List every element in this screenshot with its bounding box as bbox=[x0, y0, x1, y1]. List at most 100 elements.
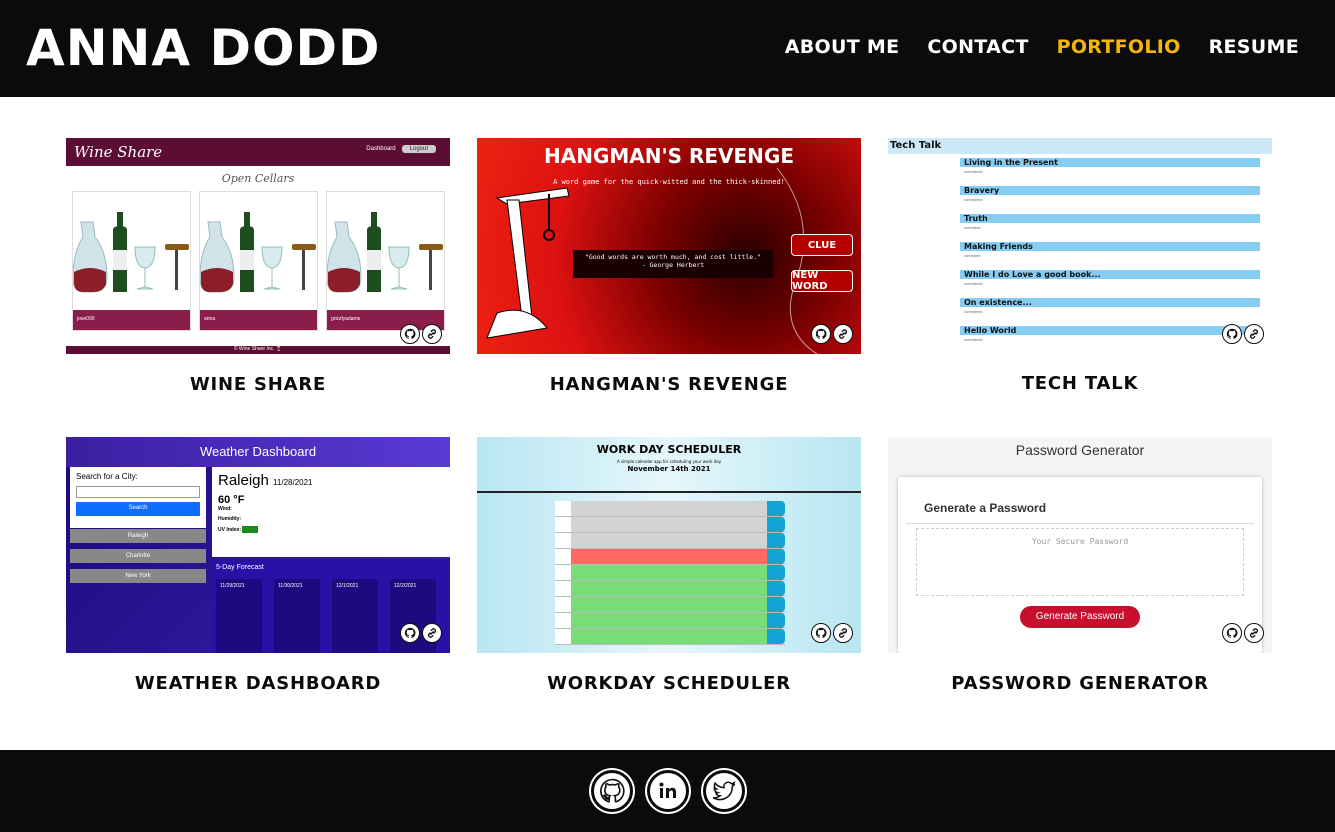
project-card-hangmans-revenge: HANGMAN'S REVENGE A word game for the qu… bbox=[477, 138, 861, 395]
post-title: Bravery bbox=[960, 186, 1260, 195]
link-icon[interactable] bbox=[422, 324, 442, 344]
scheduler-subtitle: A simple calendar app for scheduling you… bbox=[616, 459, 722, 464]
pg-generate-button: Generate Password bbox=[1020, 606, 1140, 628]
wine-header: Wine Share Dashboard Logout bbox=[66, 138, 450, 166]
wine-subtitle: Open Cellars bbox=[221, 172, 295, 185]
link-icon[interactable] bbox=[1244, 623, 1264, 643]
link-icon[interactable] bbox=[422, 623, 442, 643]
nav-portfolio[interactable]: PORTFOLIO bbox=[1057, 36, 1181, 58]
project-title[interactable]: WEATHER DASHBOARD bbox=[66, 673, 450, 694]
forecast-date: 12/1/2021 bbox=[336, 583, 359, 589]
scheduler-header: WORK DAY SCHEDULER A simple calendar app… bbox=[477, 437, 861, 495]
wine-illustration bbox=[199, 212, 316, 293]
city-name: Raleigh bbox=[218, 472, 269, 489]
post-title: Truth bbox=[960, 214, 1260, 223]
main-nav: ABOUT ME CONTACT PORTFOLIO RESUME bbox=[785, 36, 1299, 58]
project-title[interactable]: WORKDAY SCHEDULER bbox=[477, 673, 861, 694]
wine-app-name: Wine Share bbox=[74, 143, 163, 161]
project-title[interactable]: HANGMAN'S REVENGE bbox=[477, 374, 861, 395]
brand-name[interactable]: ANNA DODD bbox=[26, 18, 381, 78]
nav-contact[interactable]: CONTACT bbox=[927, 36, 1028, 58]
link-icon[interactable] bbox=[1244, 324, 1264, 344]
project-card-tech-talk: Tech Talk Living in the Present comments … bbox=[888, 138, 1272, 394]
forecast-date: 11/30/2021 bbox=[278, 583, 303, 589]
cellar-owner: jose090 bbox=[73, 310, 190, 330]
wine-nav-dashboard: Dashboard bbox=[366, 146, 396, 152]
project-card-password-generator: Password Generator Generate a Password Y… bbox=[888, 437, 1272, 694]
nav-resume[interactable]: RESUME bbox=[1209, 36, 1299, 58]
forecast-title: 5-Day Forecast bbox=[216, 564, 264, 571]
github-icon[interactable] bbox=[400, 324, 420, 344]
history-item: Charlotte bbox=[70, 549, 206, 563]
github-icon[interactable] bbox=[811, 623, 831, 643]
forecast-date: 12/2/2021 bbox=[394, 583, 417, 589]
post-title: Hello World bbox=[960, 326, 1260, 335]
project-screenshot[interactable]: Password Generator Generate a Password Y… bbox=[888, 437, 1272, 653]
wine-illustration bbox=[72, 212, 189, 293]
cellar-card: grizzlyadams bbox=[326, 191, 445, 331]
project-card-workday-scheduler: WORK DAY SCHEDULER A simple calendar app… bbox=[477, 437, 861, 694]
pg-heading: Generate a Password bbox=[906, 477, 1254, 524]
site-footer bbox=[0, 750, 1335, 832]
cellar-card: jose090 bbox=[72, 191, 191, 331]
wine-illustration bbox=[326, 212, 443, 293]
cellar-owner: anna bbox=[200, 310, 317, 330]
hangman-title: HANGMAN'S REVENGE bbox=[544, 144, 794, 168]
github-icon[interactable] bbox=[400, 623, 420, 643]
cellar-card: anna bbox=[199, 191, 318, 331]
quote-text: "Good words are worth much, and cost lit… bbox=[584, 253, 762, 261]
site-header: ANNA DODD ABOUT ME CONTACT PORTFOLIO RES… bbox=[0, 0, 1335, 97]
pg-card: Generate a Password Your Secure Password… bbox=[898, 477, 1262, 653]
forecast-date: 11/29/2021 bbox=[220, 583, 245, 589]
weather-title: Weather Dashboard bbox=[66, 437, 450, 467]
project-title[interactable]: PASSWORD GENERATOR bbox=[888, 673, 1272, 694]
pg-title: Password Generator bbox=[1015, 442, 1145, 458]
current-weather: Raleigh 11/28/2021 60 °F Wind: Humidity:… bbox=[212, 467, 450, 557]
nav-about-me[interactable]: ABOUT ME bbox=[785, 36, 900, 58]
search-label: Search for a City: bbox=[76, 472, 138, 481]
project-screenshot[interactable]: Weather Dashboard Search for a City: Sea… bbox=[66, 437, 450, 653]
uv-label: UV Index: bbox=[218, 526, 242, 533]
github-icon[interactable] bbox=[591, 770, 633, 812]
wine-footer: © Wine Share Inc. 🍷 bbox=[66, 346, 450, 354]
project-card-wine-share: Wine Share Dashboard Logout Open Cellars … bbox=[66, 138, 450, 395]
project-title[interactable]: TECH TALK bbox=[888, 373, 1272, 394]
hangman-quote: "Good words are worth much, and cost lit… bbox=[573, 250, 773, 278]
humidity-label: Humidity: bbox=[218, 516, 242, 522]
github-icon[interactable] bbox=[811, 324, 831, 344]
project-card-weather-dashboard: Weather Dashboard Search for a City: Sea… bbox=[66, 437, 450, 694]
current-temp: 60 °F bbox=[218, 494, 245, 506]
scheduler-title: WORK DAY SCHEDULER bbox=[596, 443, 742, 456]
quote-author: - George Herbert bbox=[641, 261, 705, 269]
post-title: Living in the Present bbox=[960, 158, 1260, 167]
link-icon[interactable] bbox=[833, 623, 853, 643]
scheduler-date: November 14th 2021 bbox=[627, 465, 711, 473]
project-screenshot[interactable]: Tech Talk Living in the Present comments … bbox=[888, 138, 1272, 354]
weather-search-panel: Search for a City: Search bbox=[70, 467, 206, 528]
project-screenshot[interactable]: WORK DAY SCHEDULER A simple calendar app… bbox=[477, 437, 861, 653]
link-icon[interactable] bbox=[833, 324, 853, 344]
post-title: While I do Love a good book... bbox=[960, 270, 1260, 279]
linkedin-icon[interactable] bbox=[647, 770, 689, 812]
project-screenshot[interactable]: HANGMAN'S REVENGE A word game for the qu… bbox=[477, 138, 861, 354]
history-item: Raleigh bbox=[70, 529, 206, 543]
post-list: Living in the Present comments Bravery com… bbox=[960, 158, 1260, 354]
social-links bbox=[591, 770, 745, 812]
github-icon[interactable] bbox=[1222, 324, 1242, 344]
hangman-tagline: A word game for the quick-witted and the… bbox=[553, 178, 785, 186]
project-screenshot[interactable]: Wine Share Dashboard Logout Open Cellars … bbox=[66, 138, 450, 354]
search-button: Search bbox=[76, 502, 200, 516]
wine-nav-logout: Logout bbox=[401, 145, 436, 153]
project-title[interactable]: WINE SHARE bbox=[66, 374, 450, 395]
clue-button: CLUE bbox=[791, 234, 853, 256]
post-title: On existence... bbox=[960, 298, 1260, 307]
new-word-button: NEW WORD bbox=[791, 270, 853, 292]
post-title: Making Friends bbox=[960, 242, 1260, 251]
current-date: 11/28/2021 bbox=[273, 478, 313, 487]
time-block-grid bbox=[555, 501, 785, 645]
github-icon[interactable] bbox=[1222, 623, 1242, 643]
pg-password-box: Your Secure Password bbox=[916, 528, 1244, 596]
twitter-icon[interactable] bbox=[703, 770, 745, 812]
tech-talk-header: Tech Talk bbox=[888, 138, 1272, 154]
history-item: New York bbox=[70, 569, 206, 583]
